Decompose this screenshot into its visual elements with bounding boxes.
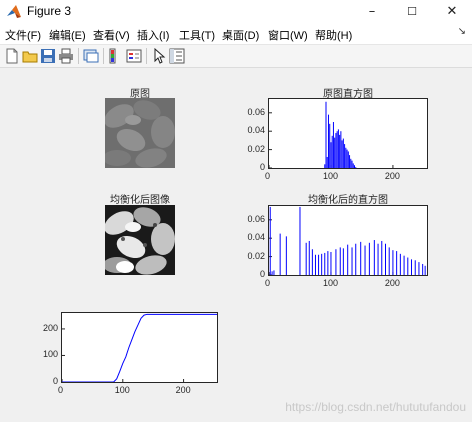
menu-edit[interactable]: 编辑(E) bbox=[49, 27, 86, 43]
x-tick-label: 200 bbox=[175, 385, 191, 395]
y-tick-label: 0.02 bbox=[247, 143, 265, 154]
toolbar bbox=[0, 45, 472, 68]
menu-bar: 文件(F) 编辑(E) 查看(V) 插入(I) 工具(T) 桌面(D) 窗口(W… bbox=[0, 24, 472, 45]
window-title: Figure 3 bbox=[27, 4, 72, 18]
y-tick-label: 0.06 bbox=[247, 213, 265, 224]
y-tick-label: 0.02 bbox=[247, 250, 265, 261]
orig-hist-plot bbox=[268, 101, 394, 169]
x-tick-label: 0 bbox=[58, 385, 64, 395]
maximize-button[interactable]: ☐ bbox=[392, 0, 432, 24]
x-tick-label: 200 bbox=[384, 171, 400, 181]
figure-window: Figure 3 – ☐ ✕ 文件(F) 编辑(E) 查看(V) 插入(I) 工… bbox=[0, 0, 472, 422]
toolbar-separator bbox=[103, 48, 104, 64]
edit-plot-arrow-icon[interactable] bbox=[151, 48, 167, 64]
menu-insert[interactable]: 插入(I) bbox=[137, 27, 169, 43]
menu-view[interactable]: 查看(V) bbox=[93, 27, 130, 43]
menu-tools[interactable]: 工具(T) bbox=[179, 27, 215, 43]
x-tick-label: 100 bbox=[114, 385, 130, 395]
transfer-function-plot bbox=[61, 313, 217, 383]
equalized-image bbox=[105, 205, 175, 275]
transfer-function-axes[interactable] bbox=[61, 312, 218, 383]
eq-image-title: 均衡化后图像 bbox=[110, 195, 170, 206]
minimize-button[interactable]: – bbox=[352, 0, 392, 24]
eq-hist-plot bbox=[268, 206, 426, 276]
y-tick-label: 0 bbox=[259, 162, 265, 172]
watermark: https://blog.csdn.net/hututufandou bbox=[285, 400, 466, 414]
y-tick-label: 0.04 bbox=[247, 125, 265, 136]
y-tick-label: 0 bbox=[259, 269, 265, 279]
link-plot-icon[interactable] bbox=[83, 48, 99, 64]
menu-window[interactable]: 窗口(W) bbox=[268, 27, 308, 43]
x-tick-label: 0 bbox=[265, 278, 271, 288]
menu-file[interactable]: 文件(F) bbox=[5, 27, 41, 43]
insert-legend-icon[interactable] bbox=[126, 48, 142, 64]
orig-hist-axes[interactable] bbox=[268, 98, 428, 169]
close-button[interactable]: ✕ bbox=[432, 0, 472, 24]
title-bar: Figure 3 – ☐ ✕ bbox=[0, 0, 472, 24]
y-tick-label: 0 bbox=[52, 376, 58, 386]
eq-hist-axes[interactable] bbox=[268, 205, 428, 276]
eq-hist-title: 均衡化后的直方图 bbox=[308, 195, 388, 206]
original-image bbox=[105, 98, 175, 168]
y-tick-label: 200 bbox=[42, 322, 58, 333]
insert-colorbar-icon[interactable] bbox=[108, 48, 124, 64]
print-icon[interactable] bbox=[58, 48, 74, 64]
open-file-icon[interactable] bbox=[22, 48, 38, 64]
x-tick-label: 100 bbox=[322, 171, 338, 181]
save-icon[interactable] bbox=[40, 48, 56, 64]
x-tick-label: 0 bbox=[265, 171, 271, 181]
toolbar-separator bbox=[146, 48, 147, 64]
x-tick-label: 100 bbox=[322, 278, 338, 288]
transfer-curve bbox=[62, 313, 217, 383]
matlab-icon bbox=[7, 5, 21, 18]
toolbar-separator bbox=[78, 48, 79, 64]
y-tick-label: 0.06 bbox=[247, 106, 265, 117]
figure-canvas: 原图 均衡化后图像 原图直方图 0 100 200 0 0.02 0.04 0.… bbox=[0, 68, 472, 422]
new-figure-icon[interactable] bbox=[4, 48, 20, 64]
property-inspector-icon[interactable] bbox=[169, 48, 185, 64]
y-tick-label: 100 bbox=[42, 349, 58, 360]
x-tick-label: 200 bbox=[384, 278, 400, 288]
dock-arrow-icon[interactable]: ↘ bbox=[458, 26, 466, 37]
menu-help[interactable]: 帮助(H) bbox=[315, 27, 352, 43]
menu-desktop[interactable]: 桌面(D) bbox=[222, 27, 259, 43]
y-tick-label: 0.04 bbox=[247, 232, 265, 243]
